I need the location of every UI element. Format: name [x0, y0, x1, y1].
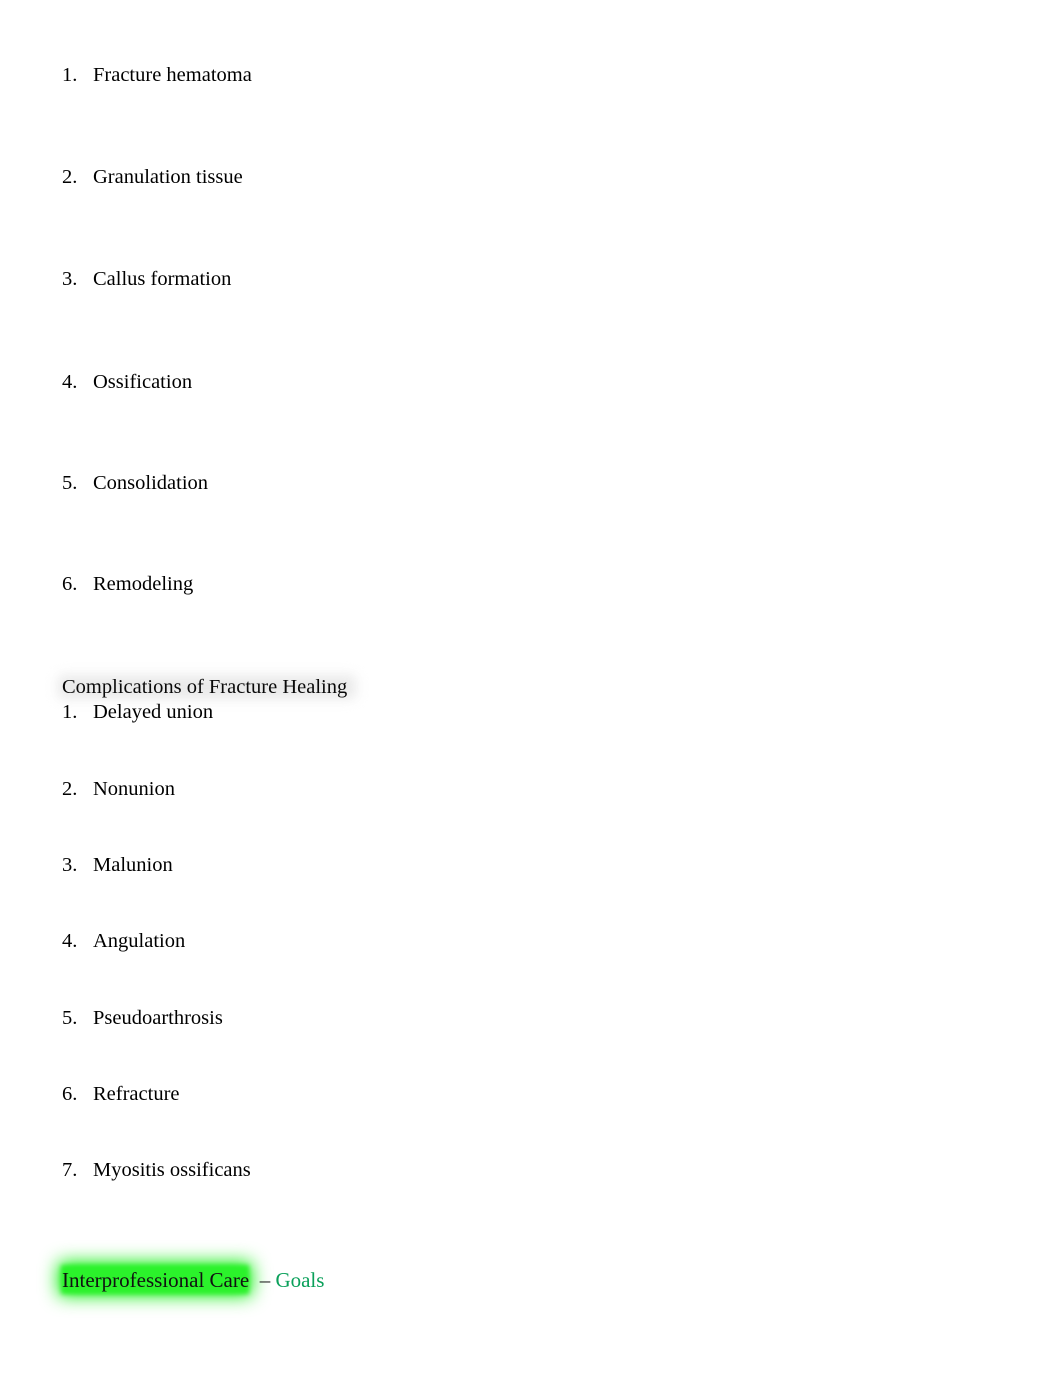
list-item: 3. Malunion [62, 853, 173, 877]
list-item-number: 3. [62, 854, 78, 876]
list-item-number: 5. [62, 472, 78, 494]
goals-label: Goals [275, 1268, 325, 1292]
list-item: 7. Myositis ossificans [62, 1158, 251, 1182]
list-item-number: 7. [62, 1159, 78, 1181]
list-item-number: 2. [62, 166, 78, 188]
list-item-number: 1. [62, 64, 78, 86]
list-item-number: 5. [62, 1007, 78, 1029]
document-page: 1. Fracture hematoma 2. Granulation tiss… [0, 0, 1062, 1376]
list-item-label: Fracture hematoma [93, 64, 252, 86]
list-item: 1. Delayed union [62, 700, 213, 724]
list-item: 5. Pseudoarthrosis [62, 1006, 223, 1030]
list-item: 4. Ossification [62, 370, 192, 394]
list-item-number: 2. [62, 778, 78, 800]
list-item-number: 6. [62, 1083, 78, 1105]
list-item-label: Consolidation [93, 472, 209, 494]
list-item-label: Refracture [93, 1083, 180, 1105]
list-item-label: Myositis ossificans [93, 1159, 251, 1181]
footer-text: Interprofessional Care – Goals [62, 1268, 324, 1292]
list-item-number: 4. [62, 930, 78, 952]
list-item-label: Granulation tissue [93, 166, 243, 188]
list-item-number: 1. [62, 701, 78, 723]
list-item: 6. Remodeling [62, 572, 193, 596]
list-item-label: Delayed union [93, 701, 214, 723]
list-item-label: Malunion [93, 854, 173, 876]
list-item-label: Ossification [93, 371, 193, 393]
list-item-number: 3. [62, 268, 78, 290]
list-item-label: Pseudoarthrosis [93, 1007, 223, 1029]
list-item-label: Nonunion [93, 778, 175, 800]
list-item-number: 4. [62, 371, 78, 393]
list-item: 1. Fracture hematoma [62, 63, 252, 87]
list-item: 5. Consolidation [62, 471, 208, 495]
separator-dash: – [259, 1268, 271, 1292]
list-item-label: Callus formation [93, 268, 232, 290]
list-item: 2. Nonunion [62, 777, 175, 801]
list-item: 2. Granulation tissue [62, 165, 243, 189]
list-item-label: Remodeling [93, 573, 194, 595]
list-item: 4. Angulation [62, 929, 185, 953]
section-heading: Complications of Fracture Healing [62, 676, 348, 698]
list-item-number: 6. [62, 573, 78, 595]
list-item-label: Angulation [93, 930, 186, 952]
list-item: 6. Refracture [62, 1082, 180, 1106]
list-item: 3. Callus formation [62, 267, 231, 291]
interprofessional-care-label: Interprofessional Care [62, 1268, 250, 1292]
